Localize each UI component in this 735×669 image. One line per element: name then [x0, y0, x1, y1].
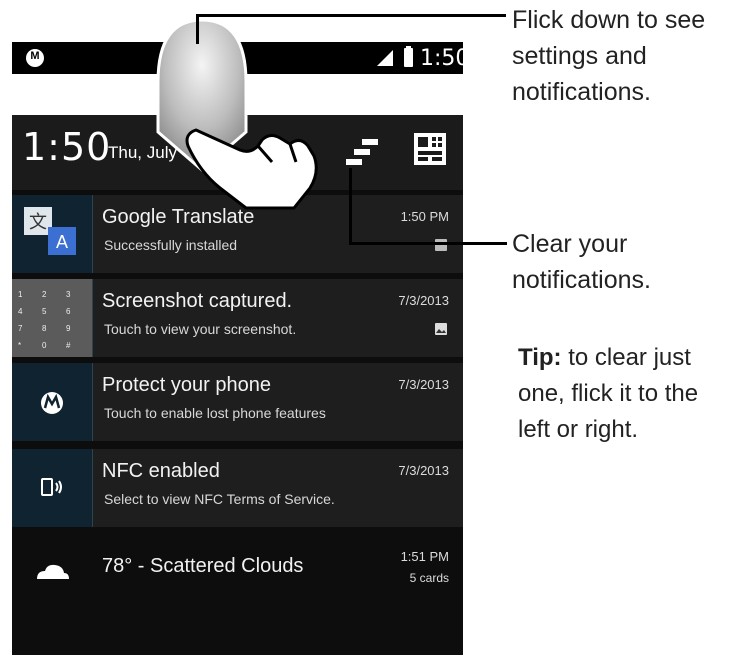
notification-title: 78° - Scattered Clouds	[102, 555, 304, 577]
tip-callout: Tip: to clear just one, flick it to the …	[518, 340, 728, 448]
notification-time: 7/3/2013	[398, 377, 449, 392]
notification-screenshot[interactable]: 1 2 3 4 5 6 7 8 9 * 0 # Screenshot captu…	[12, 279, 463, 357]
callout-line-flick-v	[196, 14, 199, 44]
flick-callout-line: notifications.	[512, 78, 651, 106]
keypad-key: 7	[18, 324, 23, 333]
clear-callout-line: Clear your	[512, 230, 628, 258]
notification-title: NFC enabled	[102, 460, 220, 482]
battery-icon	[404, 46, 413, 67]
clear-callout-line: notifications.	[512, 266, 651, 294]
nfc-icon	[12, 449, 93, 527]
header-time: 1:50	[22, 125, 112, 169]
clear-notifications-icon[interactable]	[342, 137, 382, 173]
callout-line-clear-v	[349, 168, 352, 244]
svg-text:文: 文	[29, 212, 47, 233]
clear-callout: Clear your notifications.	[512, 226, 651, 298]
svg-text:A: A	[56, 232, 68, 252]
callout-line-flick-h	[196, 14, 506, 17]
notification-time: 1:51 PM	[400, 549, 449, 564]
notification-title: Protect your phone	[102, 374, 271, 396]
notification-weather[interactable]: 78° - Scattered Clouds 1:51 PM 5 cards	[12, 535, 463, 613]
keypad-key: 8	[42, 324, 47, 333]
notification-protect-phone[interactable]: Protect your phone Touch to enable lost …	[12, 363, 463, 441]
keypad-key: *	[18, 341, 21, 350]
screenshot-thumbnail: 1 2 3 4 5 6 7 8 9 * 0 #	[12, 279, 93, 357]
swipe-finger-icon	[156, 18, 318, 210]
notification-subtitle: Select to view NFC Terms of Service.	[104, 491, 335, 507]
flick-callout-line: Flick down to see	[512, 6, 706, 34]
keypad-key: 9	[66, 324, 71, 333]
status-time: 1:50	[420, 46, 470, 71]
keypad-key: 2	[42, 290, 47, 299]
notification-subtitle: Touch to view your screenshot.	[104, 321, 297, 337]
notification-subtitle: Touch to enable lost phone features	[104, 405, 326, 421]
callout-line-clear-h	[349, 242, 507, 245]
signal-icon	[377, 50, 393, 66]
keypad-key: 5	[42, 307, 47, 316]
motorola-logo-icon	[26, 49, 44, 67]
notification-title: Screenshot captured.	[102, 290, 293, 312]
quick-settings-icon[interactable]	[412, 131, 448, 167]
notification-time: 7/3/2013	[398, 293, 449, 308]
flick-callout: Flick down to see settings and notificat…	[512, 2, 705, 110]
keypad-key: 6	[66, 307, 71, 316]
notification-time: 1:50 PM	[400, 209, 449, 224]
store-bag-icon	[435, 239, 447, 251]
notification-subtitle: Successfully installed	[104, 237, 238, 253]
notification-time: 7/3/2013	[398, 463, 449, 478]
image-icon	[435, 323, 447, 335]
notification-nfc[interactable]: NFC enabled Select to view NFC Terms of …	[12, 449, 463, 527]
keypad-key: 0	[42, 341, 47, 350]
cloud-icon	[12, 535, 92, 613]
keypad-key: #	[66, 341, 71, 350]
motorola-icon	[12, 363, 93, 441]
keypad-key: 1	[18, 290, 23, 299]
keypad-key: 4	[18, 307, 23, 316]
tip-label: Tip:	[518, 344, 562, 371]
flick-callout-line: settings and	[512, 42, 647, 70]
google-translate-icon: 文 A	[12, 195, 93, 273]
keypad-key: 3	[66, 290, 71, 299]
notification-extra: 5 cards	[409, 571, 449, 585]
